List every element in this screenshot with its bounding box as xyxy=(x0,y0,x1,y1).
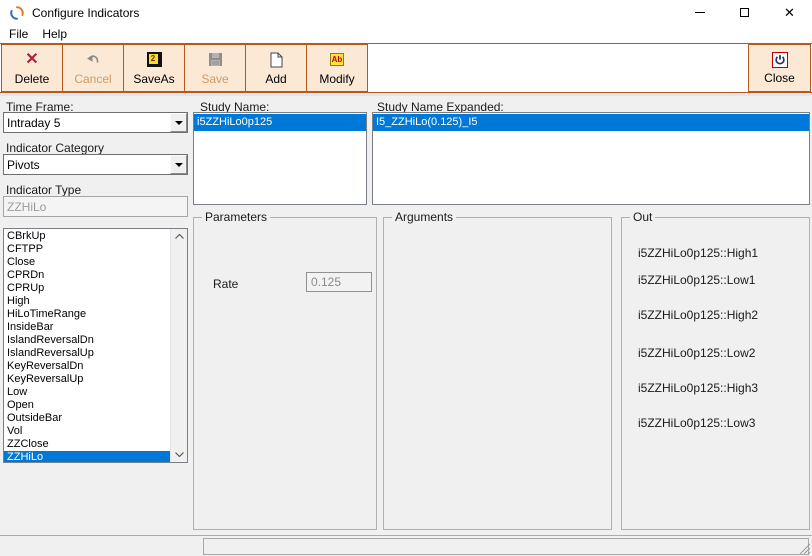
client-area: Time Frame: Intraday 5 Indicator Categor… xyxy=(0,96,812,535)
maximize-icon xyxy=(740,8,749,17)
out-item: i5ZZHiLo0p125::High3 xyxy=(638,381,758,395)
close-window-button[interactable]: ✕ xyxy=(767,0,812,25)
out-item: i5ZZHiLo0p125::Low3 xyxy=(638,416,755,430)
out-item: i5ZZHiLo0p125::Low2 xyxy=(638,346,755,360)
study-name-row-selected[interactable]: i5ZZHiLo0p125 xyxy=(194,114,366,131)
minimize-icon xyxy=(695,12,705,13)
rate-label: Rate xyxy=(213,277,238,291)
study-name-expanded-row-selected[interactable]: I5_ZZHiLo(0.125)_I5 xyxy=(373,114,809,131)
arguments-title: Arguments xyxy=(392,210,456,224)
out-groupbox: Out i5ZZHiLo0p125::High1 i5ZZHiLo0p125::… xyxy=(621,217,810,530)
list-item[interactable]: ZZClose xyxy=(4,438,170,451)
add-button[interactable]: Add xyxy=(245,44,307,92)
vertical-scrollbar[interactable] xyxy=(170,229,187,462)
maximize-button[interactable] xyxy=(722,0,767,25)
list-item[interactable]: CBrkUp xyxy=(4,230,170,243)
out-title: Out xyxy=(630,210,655,224)
minimize-button[interactable] xyxy=(677,0,722,25)
rate-field[interactable] xyxy=(306,272,372,292)
indicator-category-dropdown-button[interactable] xyxy=(170,155,187,174)
time-frame-value: Intraday 5 xyxy=(4,116,170,130)
indicator-listbox[interactable]: CBrkUp CFTPP Close CPRDn CPRUp High HiLo… xyxy=(3,228,188,463)
list-item[interactable]: HiLoTimeRange xyxy=(4,308,170,321)
chevron-down-icon xyxy=(175,121,183,125)
modify-button[interactable]: Ab Modify xyxy=(306,44,368,92)
list-item[interactable]: Close xyxy=(4,256,170,269)
menu-file[interactable]: File xyxy=(2,26,35,42)
status-panel xyxy=(203,538,809,555)
undo-arrow-icon xyxy=(85,51,101,69)
indicator-type-label: Indicator Type xyxy=(6,183,81,197)
add-button-label: Add xyxy=(265,72,286,86)
list-item[interactable]: IslandReversalUp xyxy=(4,347,170,360)
parameters-title: Parameters xyxy=(202,210,270,224)
indicator-type-field[interactable] xyxy=(3,196,188,217)
modify-button-label: Modify xyxy=(319,72,354,86)
list-item[interactable]: KeyReversalDn xyxy=(4,360,170,373)
scroll-down-icon[interactable] xyxy=(171,447,187,462)
delete-button-label: Delete xyxy=(15,72,50,86)
study-name-list[interactable]: i5ZZHiLo0p125 xyxy=(193,112,367,205)
indicator-category-combobox[interactable]: Pivots xyxy=(3,154,188,175)
study-name-expanded-list[interactable]: I5_ZZHiLo(0.125)_I5 xyxy=(372,112,810,205)
power-icon xyxy=(772,52,788,68)
close-button[interactable]: Close xyxy=(748,44,811,92)
list-item[interactable]: Vol xyxy=(4,425,170,438)
out-item: i5ZZHiLo0p125::High2 xyxy=(638,308,758,322)
menu-help[interactable]: Help xyxy=(35,26,74,42)
list-item[interactable]: OutsideBar xyxy=(4,412,170,425)
close-button-label: Close xyxy=(764,71,795,85)
save-as-icon: 2 xyxy=(147,51,162,69)
menu-bar: File Help xyxy=(0,25,812,43)
delete-button[interactable]: ✕ Delete xyxy=(1,44,63,92)
indicator-category-value: Pivots xyxy=(4,158,170,172)
status-bar xyxy=(0,535,812,556)
list-item[interactable]: High xyxy=(4,295,170,308)
arguments-groupbox: Arguments xyxy=(383,217,612,530)
out-item: i5ZZHiLo0p125::High1 xyxy=(638,246,758,260)
toolbar: ✕ Delete Cancel 2 SaveAs xyxy=(0,43,812,93)
out-item: i5ZZHiLo0p125::Low1 xyxy=(638,273,755,287)
indicator-category-label: Indicator Category xyxy=(6,141,104,155)
list-item[interactable]: CPRDn xyxy=(4,269,170,282)
save-button-label: Save xyxy=(201,72,228,86)
list-item[interactable]: CPRUp xyxy=(4,282,170,295)
app-logo-icon xyxy=(9,5,25,21)
parameters-groupbox: Parameters Rate xyxy=(193,217,377,530)
scroll-up-icon[interactable] xyxy=(171,229,187,244)
cancel-button-label: Cancel xyxy=(74,72,111,86)
time-frame-combobox[interactable]: Intraday 5 xyxy=(3,112,188,133)
cancel-button[interactable]: Cancel xyxy=(62,44,124,92)
resize-grip-icon[interactable] xyxy=(798,542,811,555)
chevron-down-icon xyxy=(175,163,183,167)
time-frame-dropdown-button[interactable] xyxy=(170,113,187,132)
delete-x-icon: ✕ xyxy=(25,52,38,68)
saveas-button[interactable]: 2 SaveAs xyxy=(123,44,185,92)
window-title: Configure Indicators xyxy=(32,6,139,20)
list-item[interactable]: IslandReversalDn xyxy=(4,334,170,347)
list-item[interactable]: Low xyxy=(4,386,170,399)
modify-ab-icon: Ab xyxy=(330,53,344,66)
list-item[interactable]: KeyReversalUp xyxy=(4,373,170,386)
close-icon: ✕ xyxy=(784,6,795,19)
title-bar: Configure Indicators ✕ xyxy=(0,0,812,25)
new-document-icon xyxy=(269,51,283,69)
list-item[interactable]: CFTPP xyxy=(4,243,170,256)
save-button[interactable]: Save xyxy=(184,44,246,92)
list-item[interactable]: InsideBar xyxy=(4,321,170,334)
save-floppy-icon xyxy=(208,51,223,69)
list-item[interactable]: Open xyxy=(4,399,170,412)
list-item-selected[interactable]: ZZHiLo xyxy=(4,451,170,462)
saveas-button-label: SaveAs xyxy=(133,72,174,86)
